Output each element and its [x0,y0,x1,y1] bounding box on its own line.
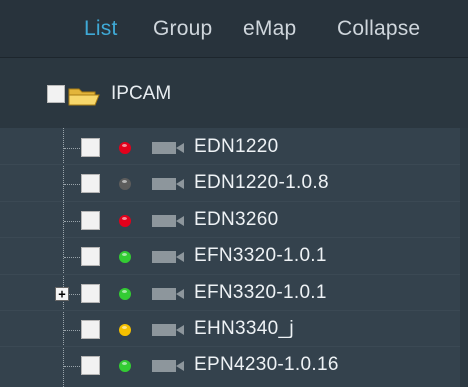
row-divider [0,346,460,348]
camera-icon [152,142,184,154]
tree-connector-branch [64,184,80,186]
row-divider [0,237,460,239]
row-divider [0,310,460,311]
camera-icon [152,178,184,191]
camera-icon [152,287,184,300]
row-divider [0,273,460,275]
device-checkbox[interactable] [81,210,100,230]
device-label: EDN1220-1.0.8 [194,172,329,194]
tree-connector-branch [64,148,80,149]
tree-connector-branch [64,366,80,368]
device-label: EHN3340_j [194,318,294,339]
camera-icon [152,214,184,227]
scrollbar[interactable] [460,128,468,387]
tab-collapse[interactable]: Collapse [337,17,420,41]
tree-connector-branch [64,330,80,331]
device-checkbox[interactable] [81,320,100,339]
status-red-icon [119,214,131,227]
view-tabs: List Group eMap Collapse [0,0,468,58]
tree-connector-branch [64,220,80,222]
tab-group[interactable]: Group [153,17,212,41]
root-label: IPCAM [111,83,172,104]
status-red-icon [119,142,131,154]
device-checkbox[interactable] [81,174,100,194]
tab-emap[interactable]: eMap [243,17,296,41]
device-label: EDN3260 [194,208,279,230]
device-checkbox[interactable] [81,283,100,303]
device-checkbox[interactable] [81,138,100,157]
status-yellow-icon [119,324,131,336]
camera-icon [152,324,184,336]
camera-icon [152,251,184,264]
row-divider [0,200,460,202]
tree-root[interactable]: IPCAM [0,58,468,128]
device-label: EFN3320-1.0.1 [194,245,327,267]
device-label: EFN3320-1.0.1 [194,281,327,303]
device-label: EPN4230-1.0.16 [194,354,339,376]
camera-icon [152,360,184,373]
device-label: EDN1220 [194,136,279,157]
device-checkbox[interactable] [81,356,100,376]
folder-icon [68,88,100,106]
expand-toggle[interactable]: + [55,286,69,301]
root-checkbox[interactable] [47,85,65,103]
tree-connector-branch [64,257,80,259]
row-divider [0,164,460,166]
device-checkbox[interactable] [81,247,100,267]
tab-list[interactable]: List [84,17,117,41]
status-green-icon [119,287,131,300]
